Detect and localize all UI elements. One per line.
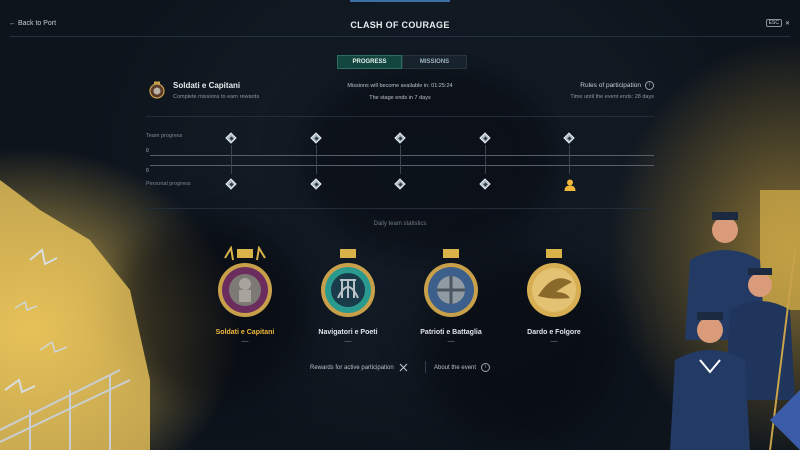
team-name-label: Soldati e Capitani [215,329,275,336]
team-milestone-3[interactable] [394,132,406,144]
missions-timer: Missions will become available in: 01:25… [347,83,453,89]
info-icon: i [481,363,491,372]
personal-milestone-4[interactable] [479,178,491,190]
personal-progress-value: 0 [146,168,149,174]
smoke-cloud [300,60,560,260]
milestone-tick [231,145,232,174]
rules-label: Rules of participation [580,82,641,89]
about-label: About the event [434,364,477,371]
daily-stats-title: Daily team statistics [373,221,427,227]
dardo-emblem-icon [527,249,581,317]
section-divider [146,208,654,209]
team-milestone-4[interactable] [479,132,491,144]
personal-milestone-1[interactable] [225,178,237,190]
section-divider [146,116,654,117]
esc-key-hint: ESC [765,19,782,27]
team-stat-value: — [241,338,249,345]
navigatori-emblem-icon [321,249,375,317]
team-progress-label: Team progress [146,133,183,139]
rewards-label: Rewards for active participation [310,364,394,371]
rewards-link[interactable]: Rewards for active participation [310,363,408,372]
info-icon: i [645,81,654,90]
team-card-patrioti[interactable]: Patrioti e Battaglia — [411,246,491,345]
patrioti-emblem-icon [424,249,478,317]
team-card-navigatori[interactable]: Navigatori e Poeti — [308,246,388,345]
tab-bar: PROGRESS MISSIONS [337,55,467,69]
milestone-tick [400,145,401,174]
link-divider [425,361,426,373]
soldati-emblem-icon [218,245,272,317]
team-stat-value: — [344,338,352,345]
top-accent-line [350,0,450,2]
team-milestone-5[interactable] [563,132,575,144]
page-title: CLASH OF COURAGE [350,20,450,30]
rules-of-participation-link[interactable]: Rules of participation i [580,81,654,90]
stage-ends-text: The stage ends in 7 days [369,95,431,101]
team-name-label: Patrioti e Battaglia [420,329,482,336]
team-name-label: Navigatori e Poeti [318,329,378,336]
team-card-soldati[interactable]: Soldati e Capitani — [205,245,285,345]
team-progress-value: 0 [146,148,149,154]
header-divider [10,36,790,37]
team-emblem-icon [149,81,165,99]
team-stat-value: — [550,338,558,345]
tab-missions[interactable]: MISSIONS [402,55,467,69]
team-card-dardo[interactable]: Dardo e Folgore — [514,246,594,345]
team-subtitle: Complete missions to earn rewards [173,94,260,100]
personal-milestone-2[interactable] [310,178,322,190]
team-name-label: Dardo e Folgore [527,329,581,336]
sailors-illustration [670,190,800,450]
event-time-left: Time until the event ends: 28 days [570,94,654,100]
team-stat-value: — [447,338,455,345]
person-icon[interactable] [563,178,577,192]
about-event-link[interactable]: About the event i [434,363,491,372]
crossed-swords-icon [399,363,408,372]
tab-progress[interactable]: PROGRESS [337,55,402,69]
personal-milestone-3[interactable] [394,178,406,190]
team-name: Soldati e Capitani [173,81,241,90]
milestone-tick [569,145,570,174]
team-progress-track [150,155,654,156]
team-milestone-1[interactable] [225,132,237,144]
milestone-tick [316,145,317,174]
close-button[interactable]: ESC ✕ [765,19,790,27]
milestone-tick [485,145,486,174]
personal-progress-label: Personal progress [146,181,191,187]
close-icon: ✕ [784,20,790,27]
team-milestone-2[interactable] [310,132,322,144]
personal-progress-track [150,165,654,166]
